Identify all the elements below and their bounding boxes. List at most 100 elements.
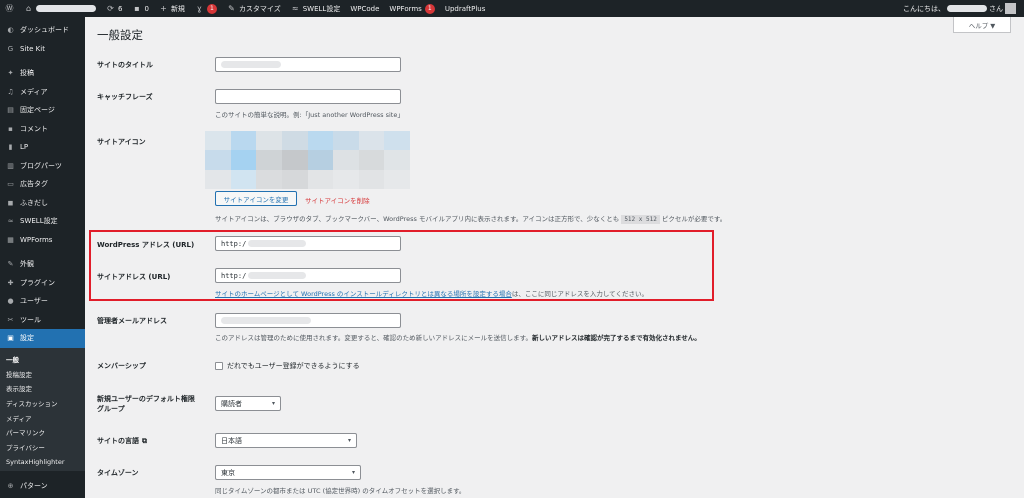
menu-label: LP	[20, 143, 29, 152]
new-content-menu[interactable]: + 新規	[154, 0, 190, 17]
submenu-syntaxhighlighter[interactable]: SyntaxHighlighter	[0, 454, 85, 469]
yoast-icon: ɣ	[197, 4, 202, 13]
submenu-permalinks[interactable]: パーマリンク	[0, 425, 85, 440]
ad-icon: ▭	[7, 180, 14, 189]
menu-settings[interactable]: ▣ 設定	[0, 329, 85, 348]
site-icon-desc-part2: ピクセルが必要です。	[659, 215, 727, 223]
site-title-label: サイトのタイトル	[97, 61, 153, 69]
membership-checkbox[interactable]	[215, 362, 223, 370]
wpforms-icon: ▦	[7, 235, 14, 244]
submenu-privacy[interactable]: プライバシー	[0, 440, 85, 455]
menu-sitekit[interactable]: G Site Kit	[0, 40, 85, 59]
admin-email-input[interactable]	[215, 313, 401, 328]
updates-menu[interactable]: ⟳ 6	[101, 0, 127, 17]
lp-icon: ▮	[8, 143, 13, 152]
submenu-media[interactable]: メディア	[0, 410, 85, 425]
username-blurred	[947, 5, 987, 12]
pin-icon: ✦	[7, 69, 14, 78]
submenu-writing[interactable]: 投稿設定	[0, 366, 85, 381]
menu-label: パターン	[20, 482, 48, 491]
tagline-description: このサイトの簡単な説明。例:「Just another WordPress si…	[215, 111, 404, 119]
wp-logo-menu[interactable]: Ⓦ	[0, 0, 19, 17]
site-address-blurred	[248, 272, 307, 279]
pattern-icon: ⊕	[7, 482, 14, 491]
menu-patterns[interactable]: ⊕ パターン	[0, 477, 85, 496]
menu-appearance[interactable]: ✎ 外観	[0, 255, 85, 274]
help-tab-button[interactable]: ヘルプ ▼	[953, 17, 1011, 33]
timezone-description: 同じタイムゾーンの都市または UTC (協定世界時) のタイムオフセットを選択し…	[215, 487, 466, 495]
wpcode-menu[interactable]: WPCode	[345, 0, 384, 17]
menu-label: メディア	[20, 87, 48, 96]
site-name-menu[interactable]: ⌂	[19, 0, 101, 17]
menu-label: ふきだし	[20, 198, 48, 207]
menu-pages[interactable]: ▤ 固定ページ	[0, 101, 85, 120]
site-title-input[interactable]	[215, 57, 401, 72]
remove-site-icon-link[interactable]: サイトアイコンを削除	[305, 195, 370, 205]
menu-label: 外観	[20, 260, 34, 269]
admin-sidebar: ◐ ダッシュボード G Site Kit ✦ 投稿 ♫ メディア ▤ 固定ページ ▪ コメン…	[0, 17, 85, 498]
tool-icon: ✂	[7, 315, 14, 324]
menu-lp[interactable]: ▮ LP	[0, 138, 85, 157]
menu-adtag[interactable]: ▭ 広告タグ	[0, 175, 85, 194]
updraft-menu[interactable]: UpdraftPlus	[440, 0, 491, 17]
site-icon-preview	[205, 131, 410, 189]
menu-balloon[interactable]: ◼ ふきだし	[0, 194, 85, 213]
wp-address-input[interactable]: http:/	[215, 236, 401, 251]
comment-bubble-icon: ▪	[134, 4, 140, 13]
media-icon: ♫	[7, 87, 14, 96]
site-language-label: サイトの言語	[97, 437, 139, 445]
site-language-select[interactable]: 日本語 ▾	[215, 433, 357, 448]
menu-swell[interactable]: ≈ SWELL設定	[0, 212, 85, 231]
default-role-select[interactable]: 購読者 ▾	[215, 396, 281, 411]
settings-submenu: 一般 投稿設定 表示設定 ディスカッション メディア パーマリンク プライバシー…	[0, 347, 85, 471]
plus-icon: +	[160, 4, 167, 13]
menu-dashboard[interactable]: ◐ ダッシュボード	[0, 21, 85, 40]
admin-bar: Ⓦ ⌂ ⟳ 6 ▪ 0 + 新規 ɣ1 ✎ カスタマイズ ≈ SWELL設定 WPCode…	[0, 0, 1024, 17]
menu-label: コメント	[20, 124, 48, 133]
menu-media[interactable]: ♫ メディア	[0, 83, 85, 102]
menu-tools[interactable]: ✂ ツール	[0, 311, 85, 330]
default-role-label-line2: グループ	[97, 405, 125, 413]
brush-icon: ✎	[228, 4, 235, 13]
site-address-desc-text: は、ここに同じアドレスを入力してください。	[511, 290, 648, 298]
home-icon: ⌂	[25, 4, 32, 13]
swell-icon: ≈	[7, 217, 14, 226]
menu-label: 固定ページ	[20, 106, 55, 115]
menu-label: 投稿	[20, 69, 34, 78]
menu-blogparts[interactable]: ▥ ブログパーツ	[0, 157, 85, 176]
wp-address-value: http:/	[221, 239, 247, 248]
menu-plugins[interactable]: ✚ プラグイン	[0, 274, 85, 293]
submenu-general[interactable]: 一般	[0, 352, 85, 367]
chevron-down-icon: ▾	[347, 437, 351, 444]
site-address-value: http:/	[221, 271, 247, 280]
menu-label: 広告タグ	[20, 180, 48, 189]
menu-users[interactable]: ● ユーザー	[0, 292, 85, 311]
site-address-help-link[interactable]: サイトのホームページとして WordPress のインストールディレクトリとは異…	[215, 290, 512, 298]
menu-label: ユーザー	[20, 297, 48, 306]
avatar	[1005, 3, 1016, 14]
site-address-input[interactable]: http:/	[215, 268, 401, 283]
new-label: 新規	[170, 4, 185, 13]
menu-posts[interactable]: ✦ 投稿	[0, 64, 85, 83]
wp-address-blurred	[248, 240, 307, 247]
change-site-icon-button[interactable]: サイトアイコンを変更	[215, 191, 297, 206]
page-icon: ▤	[7, 106, 14, 115]
greeting-prefix: こんにちは、	[903, 4, 945, 13]
yoast-menu[interactable]: ɣ1	[190, 0, 222, 17]
default-role-value: 購読者	[221, 399, 242, 408]
timezone-select[interactable]: 東京 ▾	[215, 465, 361, 480]
page-title: 一般設定	[97, 28, 143, 42]
swell-menu[interactable]: ≈ SWELL設定	[286, 0, 346, 17]
updraft-label: UpdraftPlus	[444, 4, 486, 13]
wpforms-menu[interactable]: WPForms 1	[384, 0, 439, 17]
comments-menu[interactable]: ▪ 0	[127, 0, 153, 17]
menu-comments[interactable]: ▪ コメント	[0, 120, 85, 139]
customize-menu[interactable]: ✎ カスタマイズ	[222, 0, 286, 17]
tagline-input[interactable]	[215, 89, 401, 104]
submenu-reading[interactable]: 表示設定	[0, 381, 85, 396]
submenu-discussion[interactable]: ディスカッション	[0, 396, 85, 411]
membership-option[interactable]: だれでもユーザー登録ができるようにする	[215, 361, 360, 371]
account-menu[interactable]: こんにちは、 さん	[903, 3, 1024, 14]
menu-wpforms[interactable]: ▦ WPForms	[0, 231, 85, 250]
admin-email-label: 管理者メールアドレス	[97, 317, 167, 325]
